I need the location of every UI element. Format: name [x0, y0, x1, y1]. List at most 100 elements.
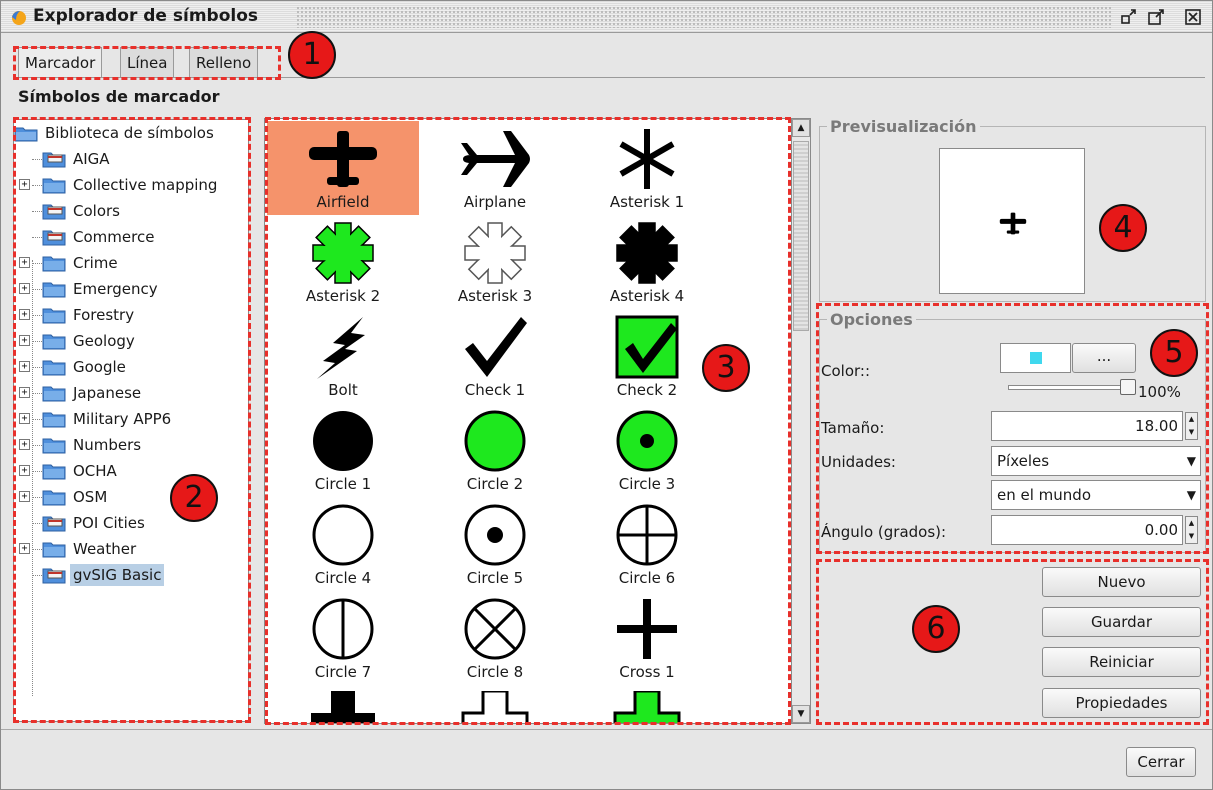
scroll-up-icon[interactable]: ▲ [792, 119, 810, 137]
folder-icon [42, 412, 66, 428]
library-icon [42, 568, 66, 584]
symbol-library-tree[interactable]: Biblioteca de símbolos AIGA Collective ma… [13, 119, 249, 722]
symbol-cell[interactable]: Circle 3 [571, 403, 723, 497]
tree-connector [32, 549, 42, 550]
expand-plus-icon[interactable]: + [19, 439, 30, 450]
scroll-down-icon[interactable]: ▼ [792, 705, 810, 723]
units-scope-select[interactable]: en el mundo ▼ [991, 480, 1201, 510]
symbol-cell[interactable]: Circle 1 [267, 403, 419, 497]
symbol-cell[interactable]: Asterisk 1 [571, 121, 723, 215]
expand-plus-icon[interactable]: + [19, 257, 30, 268]
symbol-label: Circle 6 [618, 569, 676, 587]
symbol-label: Airplane [463, 193, 527, 211]
symbol-cell[interactable]: Airfield [267, 121, 419, 215]
preview-box [939, 148, 1085, 294]
symbol-grid[interactable]: Airfield Airplane Asterisk 1 Asterisk 2 Aste… [264, 118, 792, 724]
tab-linea[interactable]: Línea [120, 47, 175, 77]
annotation-marker-4: 4 [1099, 204, 1147, 252]
symbol-cell[interactable]: Circle 8 [419, 591, 571, 685]
symbol-cell[interactable]: Circle 2 [419, 403, 571, 497]
expand-plus-icon[interactable]: + [19, 387, 30, 398]
airplane-icon [461, 131, 530, 187]
expand-plus-icon[interactable]: + [19, 465, 30, 476]
angle-label: Ángulo (grados): [821, 523, 947, 541]
symbol-cell[interactable] [571, 685, 723, 723]
tree-item-label: Collective mapping [73, 176, 218, 194]
symbol-cell[interactable]: Bolt [267, 309, 419, 403]
size-input[interactable]: 18.00 [991, 411, 1183, 441]
title-bar[interactable]: Explorador de símbolos [1, 1, 1212, 33]
symbol-cell[interactable] [267, 685, 419, 723]
symbol-cell[interactable]: Circle 6 [571, 497, 723, 591]
reset-button[interactable]: Reiniciar [1042, 647, 1201, 677]
tab-divider [13, 77, 1205, 78]
folder-icon [42, 334, 66, 350]
tree-connector [32, 341, 42, 342]
angle-input[interactable]: 0.00 [991, 515, 1183, 545]
tree-connector [32, 237, 42, 238]
tree-item-label: POI Cities [73, 514, 145, 532]
expand-plus-icon[interactable]: + [19, 335, 30, 346]
symbol-cell[interactable] [419, 685, 571, 723]
opacity-slider[interactable] [1008, 385, 1128, 390]
symbol-cell[interactable]: Asterisk 4 [571, 215, 723, 309]
folder-icon [42, 256, 66, 272]
symbol-cell[interactable]: Asterisk 2 [267, 215, 419, 309]
expand-plus-icon[interactable]: + [19, 413, 30, 424]
tree-item-label: OSM [73, 488, 108, 506]
units-select[interactable]: Píxeles ▼ [991, 446, 1201, 476]
new-button[interactable]: Nuevo [1042, 567, 1201, 597]
tree-connector [32, 497, 42, 498]
cross-2-icon [311, 691, 375, 723]
bottom-separator [1, 729, 1212, 730]
expand-plus-icon[interactable]: + [19, 543, 30, 554]
tree-connector [32, 263, 42, 264]
tree-connector [32, 185, 42, 186]
symbol-cell[interactable]: Circle 7 [267, 591, 419, 685]
expand-plus-icon[interactable]: + [19, 283, 30, 294]
properties-button[interactable]: Propiedades [1042, 688, 1201, 718]
tree-connector [32, 445, 42, 446]
symbol-cell[interactable]: Airplane [419, 121, 571, 215]
minimize-icon[interactable] [1119, 7, 1139, 27]
tree-connector [32, 367, 42, 368]
options-legend: Opciones [827, 310, 916, 329]
symbol-label: Circle 8 [466, 663, 524, 681]
cross-1-icon [617, 599, 677, 659]
color-chooser-button[interactable]: ... [1072, 343, 1136, 373]
gvsig-logo-icon [12, 11, 26, 25]
symbol-cell[interactable]: Asterisk 3 [419, 215, 571, 309]
symbol-cell[interactable]: Cross 1 [571, 591, 723, 685]
close-button[interactable]: Cerrar [1126, 747, 1196, 777]
save-button[interactable]: Guardar [1042, 607, 1201, 637]
tree-connector [32, 289, 42, 290]
size-spinner[interactable]: ▲ ▼ [1185, 412, 1198, 440]
symbol-cell[interactable]: Check 2 [571, 309, 723, 403]
expand-plus-icon[interactable]: + [19, 361, 30, 372]
color-swatch[interactable] [1000, 343, 1071, 373]
circle-6-icon [616, 504, 678, 566]
symbol-grid-scrollbar[interactable]: ▲ ▼ [791, 118, 811, 724]
folder-icon [42, 360, 66, 376]
tab-relleno[interactable]: Relleno [189, 47, 259, 77]
symbol-explorer-window: Explorador de símbolos Marcador Línea Re… [0, 0, 1213, 790]
symbol-label: Circle 5 [466, 569, 524, 587]
symbol-label: Asterisk 1 [609, 193, 685, 211]
section-title: Símbolos de marcador [18, 87, 220, 106]
expand-plus-icon[interactable]: + [19, 179, 30, 190]
symbol-cell[interactable]: Check 1 [419, 309, 571, 403]
close-icon[interactable] [1183, 7, 1203, 27]
expand-plus-icon[interactable]: + [19, 491, 30, 502]
circle-4-icon [312, 504, 374, 566]
scroll-thumb[interactable] [793, 141, 809, 331]
tree-item-label: Emergency [73, 280, 158, 298]
circle-7-icon [312, 598, 374, 660]
tab-marcador[interactable]: Marcador [18, 47, 103, 77]
tree-root-label: Biblioteca de símbolos [45, 124, 214, 142]
angle-spinner[interactable]: ▲ ▼ [1185, 516, 1198, 544]
symbol-cell[interactable]: Circle 5 [419, 497, 571, 591]
maximize-icon[interactable] [1146, 7, 1166, 27]
expand-plus-icon[interactable]: + [19, 309, 30, 320]
symbol-cell[interactable]: Circle 4 [267, 497, 419, 591]
opacity-slider-thumb[interactable] [1120, 379, 1136, 395]
